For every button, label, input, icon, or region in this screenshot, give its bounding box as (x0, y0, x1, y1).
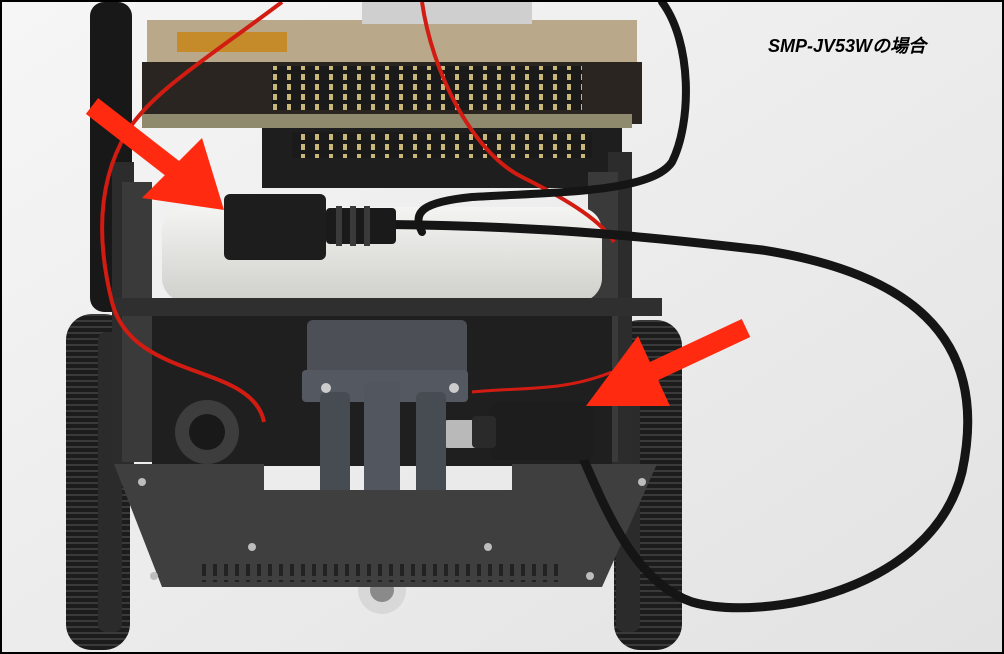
dc-connector-lower (472, 402, 594, 460)
caption-label: SMP-JV53Wの場合 (768, 36, 927, 56)
robot-photo (2, 2, 1002, 652)
photo-frame: SMP-JV53Wの場合 (0, 0, 1004, 654)
chassis-cross-plate (114, 298, 662, 316)
vent-slots (202, 562, 562, 582)
